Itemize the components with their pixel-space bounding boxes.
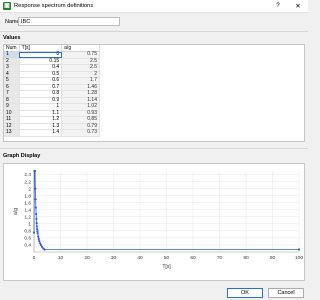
data-point bbox=[40, 245, 44, 248]
graph-frame: 0 10 20 30 40 50 60 70 80 90 100 0.4 0.6 0.8 1 1.2 1.4 1.… bbox=[3, 163, 305, 281]
values-table-frame: Num T[s] a/g 1 0 0.75 2 0.15 2.5 3 0.4 2.5 4 0.5 2 5… bbox=[3, 44, 305, 142]
y-tick-label: 0.4 bbox=[24, 243, 31, 249]
data-point bbox=[36, 230, 39, 233]
y-tick-label: 1.8 bbox=[24, 193, 31, 199]
data-point bbox=[34, 187, 37, 190]
x-tick-label: 0 bbox=[33, 255, 36, 261]
title-bar: ▣ Response spectrum definitions ? ✕ bbox=[0, 0, 308, 13]
x-tick-label: 20 bbox=[84, 255, 90, 261]
x-tick-label: 40 bbox=[137, 255, 143, 261]
data-point bbox=[35, 225, 39, 228]
data-point bbox=[33, 169, 37, 173]
name-field[interactable] bbox=[18, 17, 120, 26]
data-point bbox=[297, 248, 301, 251]
data-point bbox=[34, 198, 37, 201]
data-point bbox=[35, 222, 38, 225]
x-tick-label: 60 bbox=[190, 255, 196, 261]
data-point bbox=[43, 248, 46, 251]
y-tick-label: 0.8 bbox=[24, 229, 31, 235]
y-tick-label: 2 bbox=[28, 186, 31, 192]
x-tick-label: 70 bbox=[217, 255, 223, 261]
data-point bbox=[38, 239, 41, 243]
x-tick-label: 50 bbox=[164, 255, 170, 261]
values-table[interactable]: Num T[s] a/g 1 0 0.75 2 0.15 2.5 3 0.4 2.5 4 0.5 2 5… bbox=[4, 45, 100, 137]
y-tick-label: 2.4 bbox=[24, 172, 31, 178]
row-number-cell: 13 bbox=[4, 129, 20, 137]
x-tick-label: 100 bbox=[295, 255, 303, 261]
y-tick-label: 1.2 bbox=[24, 214, 31, 220]
y-tick-label: 0.6 bbox=[24, 236, 31, 242]
x-tick-label: 10 bbox=[58, 255, 64, 261]
spectrum-chart: 0 10 20 30 40 50 60 70 80 90 1000.40.60.811.21.41.… bbox=[13, 169, 303, 270]
y-tick-label: 1.6 bbox=[24, 200, 31, 206]
x-tick-label: 30 bbox=[111, 255, 117, 261]
y-tick-label: 1 bbox=[28, 222, 31, 228]
y-tick-label: 1.4 bbox=[24, 207, 31, 213]
data-point bbox=[32, 231, 36, 234]
graph-section-title: Graph Display bbox=[3, 153, 41, 159]
data-point bbox=[35, 212, 38, 216]
help-button[interactable]: ? bbox=[273, 2, 283, 11]
x-tick-label: 90 bbox=[270, 255, 276, 261]
close-button[interactable]: ✕ bbox=[293, 2, 303, 11]
y-axis-label: a/g bbox=[13, 208, 19, 215]
x-axis-label: T[s] bbox=[162, 264, 171, 270]
data-point bbox=[36, 232, 39, 235]
graph-section-header: Graph Display bbox=[0, 148, 308, 159]
app-icon: ▣ bbox=[3, 2, 11, 10]
data-point bbox=[37, 235, 40, 238]
window-title: Response spectrum definitions bbox=[14, 3, 94, 9]
values-table-area: Num T[s] a/g 1 0 0.75 2 0.15 2.5 3 0.4 2.5 4 0.5 2 5… bbox=[4, 45, 100, 141]
a-value-cell[interactable]: 0.73 bbox=[61, 129, 100, 137]
values-section-title: Values bbox=[3, 35, 21, 41]
values-table-body: 1 0 0.75 2 0.15 2.5 3 0.4 2.5 4 0.5 2 5 0.6 1.7 6 0.7 1.4… bbox=[4, 51, 100, 137]
t-value-cell[interactable]: 1.4 bbox=[19, 129, 63, 137]
cancel-button[interactable]: Cancel bbox=[268, 288, 304, 298]
ok-button[interactable]: OK bbox=[227, 288, 263, 298]
data-point bbox=[37, 237, 40, 241]
data-point bbox=[36, 228, 39, 231]
x-tick-label: 80 bbox=[243, 255, 249, 261]
y-tick-label: 2.2 bbox=[24, 179, 31, 185]
data-point bbox=[35, 217, 38, 220]
table-row[interactable]: 13 1.4 0.73 bbox=[4, 129, 100, 137]
data-point bbox=[34, 206, 37, 209]
values-section-header: Values bbox=[0, 31, 308, 41]
